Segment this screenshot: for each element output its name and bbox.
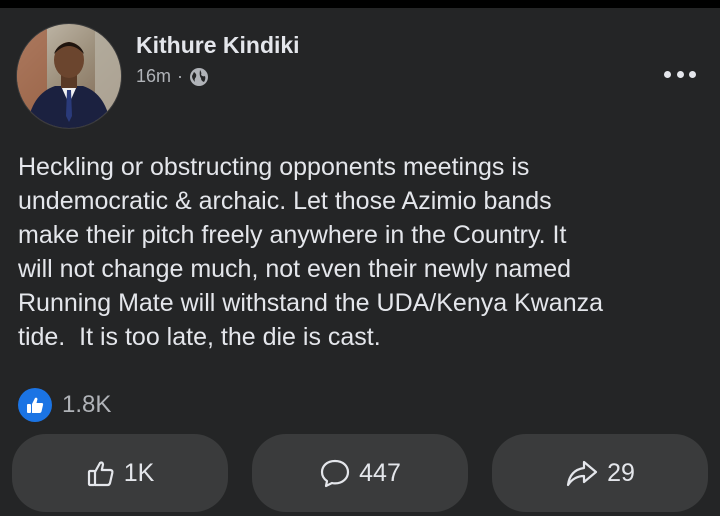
like-count: 1K bbox=[123, 458, 155, 487]
post-timestamp[interactable]: 16m bbox=[136, 66, 171, 87]
avatar[interactable] bbox=[17, 24, 121, 128]
like-button[interactable]: 1K bbox=[12, 434, 228, 512]
meta-separator: · bbox=[177, 66, 184, 86]
more-options-icon[interactable] bbox=[664, 66, 696, 82]
avatar-image bbox=[17, 24, 121, 128]
thumbs-up-icon bbox=[86, 458, 116, 488]
share-button[interactable]: 29 bbox=[492, 434, 708, 512]
share-count: 29 bbox=[607, 458, 635, 487]
post-text: Heckling or obstructing opponents meetin… bbox=[18, 153, 604, 351]
globe-icon bbox=[189, 67, 209, 87]
share-arrow-icon bbox=[565, 458, 599, 488]
comment-button[interactable]: 447 bbox=[252, 434, 468, 512]
like-reaction-icon bbox=[18, 388, 52, 422]
post-card: Kithure Kindiki 16m · Heckling or obstru… bbox=[0, 8, 720, 516]
reactions-summary[interactable]: 1.8K bbox=[18, 388, 111, 422]
comment-icon bbox=[319, 458, 351, 488]
status-strip bbox=[0, 0, 720, 8]
author-name[interactable]: Kithure Kindiki bbox=[136, 32, 300, 59]
comment-count: 447 bbox=[359, 458, 401, 487]
reaction-count: 1.8K bbox=[62, 391, 112, 418]
post-meta: 16m · bbox=[136, 66, 209, 87]
